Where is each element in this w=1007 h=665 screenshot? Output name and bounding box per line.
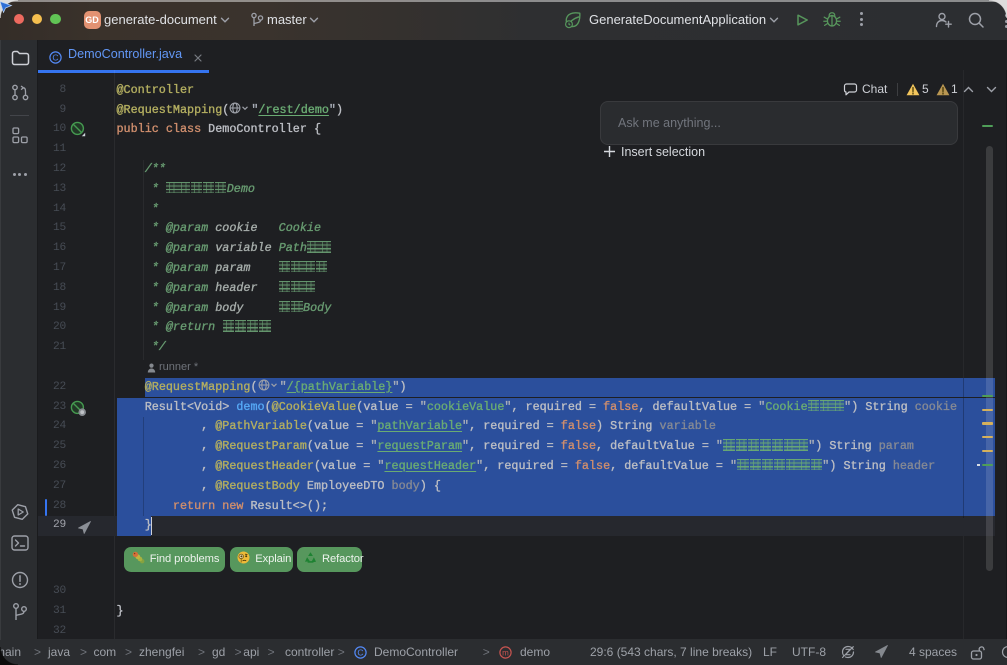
svg-text:C: C [357, 647, 363, 657]
svg-text:m: m [502, 648, 509, 657]
svg-text:C: C [52, 53, 58, 63]
